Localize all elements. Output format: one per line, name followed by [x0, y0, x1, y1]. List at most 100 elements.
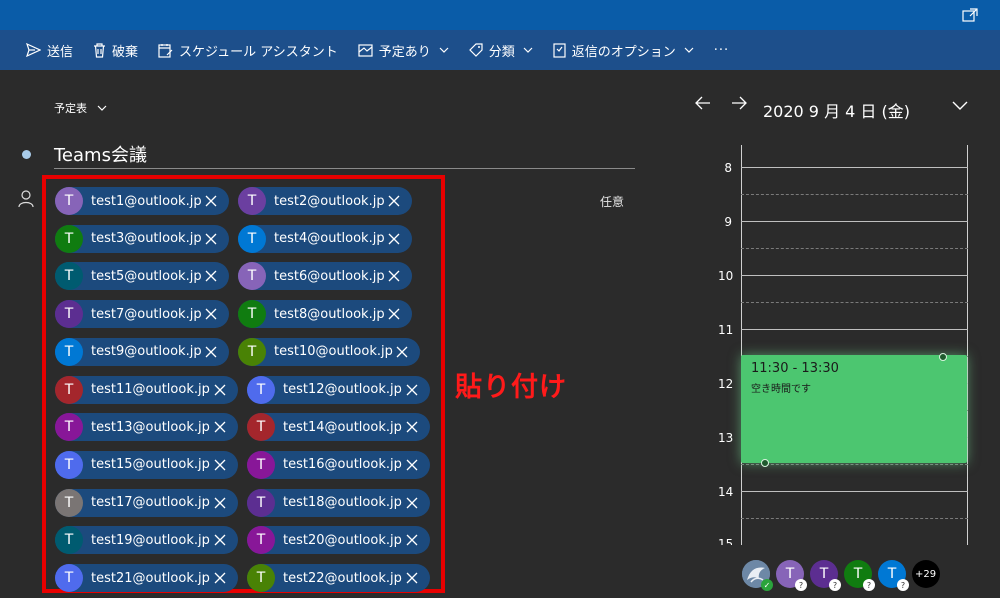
remove-attendee-icon[interactable] — [214, 459, 226, 471]
attendee-chip[interactable]: Ttest8@outlook.jp — [238, 300, 412, 329]
response-options-dropdown[interactable]: 返信のオプション — [553, 30, 694, 70]
attendee-chip[interactable]: Ttest11@outlook.jp — [55, 375, 238, 404]
response-unknown-badge-icon: ? — [897, 579, 909, 591]
half-hour-line — [741, 194, 968, 195]
attendee-strip-avatar[interactable]: T? — [776, 560, 807, 591]
remove-attendee-icon[interactable] — [214, 384, 226, 396]
discard-label: 破棄 — [112, 44, 139, 60]
calendar-selector[interactable]: 予定表 — [54, 100, 107, 116]
chevron-down-icon[interactable] — [952, 101, 968, 110]
remove-attendee-icon[interactable] — [406, 421, 418, 433]
remove-attendee-icon[interactable] — [205, 270, 217, 282]
attendee-strip-avatar[interactable]: T? — [844, 560, 875, 591]
remove-attendee-icon[interactable] — [388, 270, 400, 282]
calendar-selector-label: 予定表 — [54, 102, 87, 115]
half-hour-line — [741, 464, 968, 465]
resize-handle-top[interactable] — [939, 353, 947, 361]
send-button[interactable]: 送信 — [26, 30, 73, 70]
attendee-email: test1@outlook.jp — [91, 193, 202, 209]
attendee-email: test9@outlook.jp — [91, 344, 202, 360]
discard-button[interactable]: 破棄 — [93, 30, 138, 70]
attendee-email: test13@outlook.jp — [91, 419, 210, 435]
attendee-chip[interactable]: Ttest22@outlook.jp — [247, 564, 430, 592]
show-as-icon — [358, 43, 373, 57]
attendee-email: test16@outlook.jp — [283, 457, 402, 473]
attendee-chip[interactable]: Ttest1@outlook.jp — [55, 187, 229, 215]
optional-attendees-link[interactable]: 任意 — [600, 193, 624, 210]
attendee-email: test15@outlook.jp — [91, 457, 210, 473]
chevron-down-icon — [523, 47, 533, 53]
remove-attendee-icon[interactable] — [406, 384, 418, 396]
remove-attendee-icon[interactable] — [214, 421, 226, 433]
more-attendees-button[interactable]: +29 — [912, 560, 940, 588]
chevron-down-icon — [97, 105, 107, 111]
attendee-avatar: T — [247, 413, 275, 442]
attendee-email: test18@outlook.jp — [283, 495, 402, 511]
remove-attendee-icon[interactable] — [214, 534, 226, 546]
remove-attendee-icon[interactable] — [406, 459, 418, 471]
remove-attendee-icon[interactable] — [388, 233, 400, 245]
attendee-chip[interactable]: Ttest20@outlook.jp — [247, 526, 430, 555]
resize-handle-bottom[interactable] — [761, 459, 769, 467]
arrow-right-icon[interactable] — [731, 96, 747, 110]
attendee-chip[interactable]: Ttest4@outlook.jp — [238, 224, 412, 253]
show-as-dropdown[interactable]: 予定あり — [358, 30, 449, 70]
scheduling-assistant-button[interactable]: スケジュール アシスタント — [158, 30, 338, 70]
attendee-chip[interactable]: Ttest6@outlook.jp — [238, 262, 412, 291]
arrow-left-icon[interactable] — [695, 96, 711, 110]
remove-attendee-icon[interactable] — [214, 497, 226, 509]
remove-attendee-icon[interactable] — [388, 308, 400, 320]
attendee-avatar: T — [238, 262, 266, 291]
attendee-chip[interactable]: Ttest3@outlook.jp — [55, 224, 229, 253]
date-label[interactable]: 2020 9 月 4 日 (金) — [763, 98, 910, 122]
attendee-chip[interactable]: Ttest9@outlook.jp — [55, 337, 229, 366]
grid-border-right — [967, 145, 968, 545]
attendee-strip-avatar[interactable]: T? — [878, 560, 909, 591]
organizer-avatar[interactable]: ✓ — [742, 560, 773, 591]
attendee-chip[interactable]: Ttest21@outlook.jp — [55, 564, 238, 592]
remove-attendee-icon[interactable] — [406, 534, 418, 546]
remove-attendee-icon[interactable] — [205, 195, 217, 207]
date-navigation — [695, 96, 747, 110]
attendee-chip[interactable]: Ttest12@outlook.jp — [247, 375, 430, 404]
hour-label-12: 12 — [718, 377, 734, 391]
send-label: 送信 — [47, 44, 74, 60]
hour-label-11: 11 — [718, 323, 734, 337]
attendee-chip[interactable]: Ttest19@outlook.jp — [55, 526, 238, 555]
remove-attendee-icon[interactable] — [388, 195, 400, 207]
attendee-chip[interactable]: Ttest15@outlook.jp — [55, 450, 238, 479]
attendee-chip[interactable]: Ttest7@outlook.jp — [55, 300, 229, 329]
attendee-email: test8@outlook.jp — [274, 306, 385, 322]
attendee-avatar: T — [55, 526, 83, 555]
attendee-chip[interactable]: Ttest5@outlook.jp — [55, 262, 229, 291]
attendee-chip[interactable]: Ttest18@outlook.jp — [247, 488, 430, 517]
attendee-strip-avatar[interactable]: T? — [810, 560, 841, 591]
event-title-input[interactable]: Teams会議 — [54, 141, 147, 167]
attendee-chip[interactable]: Ttest13@outlook.jp — [55, 413, 238, 442]
hour-line — [741, 491, 968, 492]
attendee-chip[interactable]: Ttest2@outlook.jp — [238, 187, 412, 215]
remove-attendee-icon[interactable] — [406, 572, 418, 584]
attendee-email: test22@outlook.jp — [283, 570, 402, 586]
response-unknown-badge-icon: ? — [829, 579, 841, 591]
half-hour-line — [741, 518, 968, 519]
remove-attendee-icon[interactable] — [406, 497, 418, 509]
event-block[interactable]: 11:30 - 13:30 空き時間です — [741, 353, 967, 467]
more-options-button[interactable]: ··· — [714, 43, 729, 58]
attendee-chip[interactable]: Ttest10@outlook.jp — [238, 337, 420, 366]
remove-attendee-icon[interactable] — [205, 346, 217, 358]
popout-icon[interactable] — [962, 8, 978, 22]
attendee-chip[interactable]: Ttest16@outlook.jp — [247, 450, 430, 479]
remove-attendee-icon[interactable] — [205, 233, 217, 245]
remove-attendee-icon[interactable] — [205, 308, 217, 320]
attendee-email: test11@outlook.jp — [91, 382, 210, 397]
show-as-label: 予定あり — [378, 44, 431, 60]
attendee-chip[interactable]: Ttest17@outlook.jp — [55, 488, 238, 517]
remove-attendee-icon[interactable] — [214, 572, 226, 584]
categorize-dropdown[interactable]: 分類 — [468, 30, 533, 70]
attendee-chip[interactable]: Ttest14@outlook.jp — [247, 413, 430, 442]
attendee-email: test17@outlook.jp — [91, 495, 210, 511]
response-options-icon — [553, 42, 566, 58]
attendee-email: test19@outlook.jp — [91, 532, 210, 548]
remove-attendee-icon[interactable] — [396, 346, 408, 358]
